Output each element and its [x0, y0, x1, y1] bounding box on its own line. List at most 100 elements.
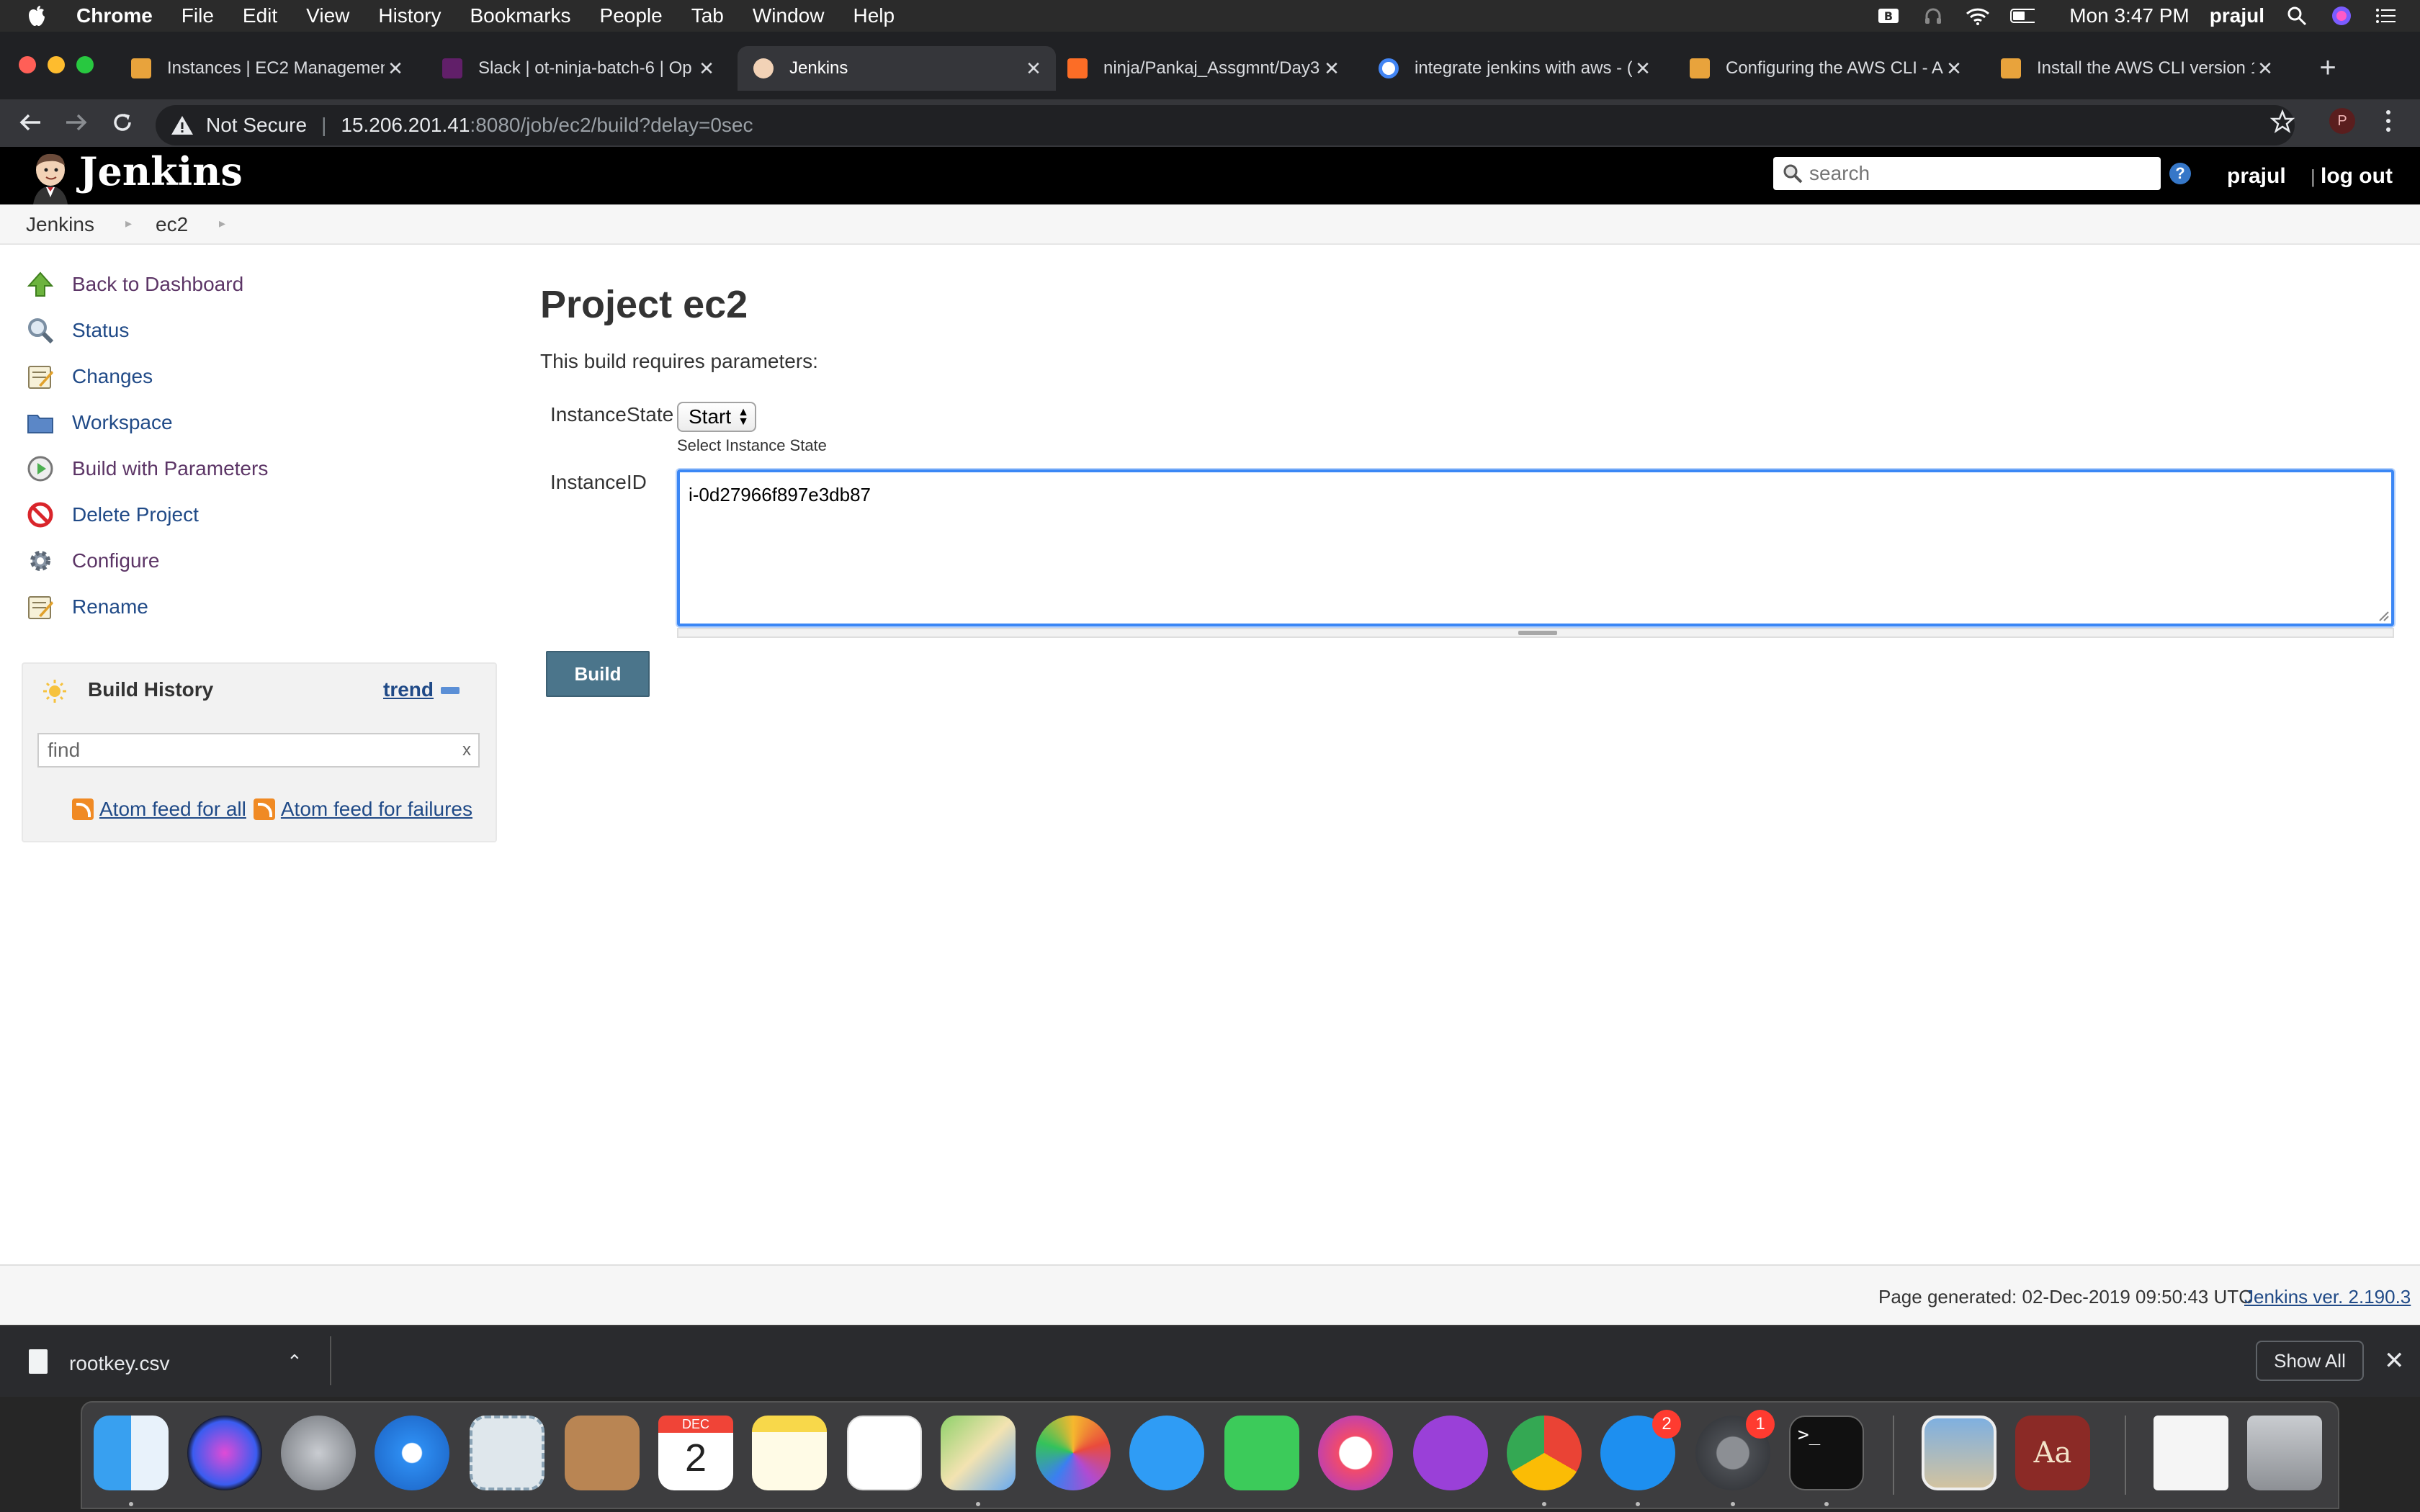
- bluetooth-icon[interactable]: B: [1876, 6, 1901, 25]
- mail-icon[interactable]: [470, 1416, 544, 1490]
- breadcrumb-arrow-icon[interactable]: ▸: [219, 216, 225, 231]
- instance-state-select[interactable]: Start ▲ ▼: [677, 402, 756, 432]
- menubar-user[interactable]: prajul: [2210, 4, 2264, 27]
- tab-aws-cli-install[interactable]: Install the AWS CLI version 1 ✕: [1985, 46, 2287, 91]
- file-icon[interactable]: [29, 1349, 48, 1374]
- search-input[interactable]: [1809, 162, 2155, 185]
- tab-ec2-instances[interactable]: Instances | EC2 Managemen ✕: [115, 46, 418, 91]
- task-configure[interactable]: Configure: [24, 544, 159, 578]
- atom-feed-all-link[interactable]: Atom feed for all: [99, 798, 246, 821]
- clear-filter-icon[interactable]: x: [462, 740, 471, 760]
- window-minimize-button[interactable]: [48, 56, 65, 73]
- podcasts-icon[interactable]: [1413, 1416, 1488, 1490]
- show-all-button[interactable]: Show All: [2256, 1341, 2364, 1381]
- task-build-with-parameters[interactable]: Build with Parameters: [24, 451, 268, 486]
- siri-icon[interactable]: [187, 1416, 262, 1490]
- menu-bookmarks[interactable]: Bookmarks: [470, 4, 570, 27]
- finder-icon[interactable]: [94, 1416, 169, 1490]
- instance-id-textarea[interactable]: i-0d27966f897e3db87: [677, 469, 2394, 626]
- reload-button[interactable]: [107, 107, 138, 138]
- resize-handle-icon[interactable]: [2377, 609, 2390, 622]
- breadcrumb-ec2[interactable]: ec2: [156, 213, 188, 236]
- help-icon[interactable]: ?: [2169, 163, 2191, 184]
- jenkins-title[interactable]: Jenkins: [79, 148, 243, 194]
- close-tab-icon[interactable]: ✕: [1023, 58, 1044, 80]
- breadcrumb-arrow-icon[interactable]: ▸: [125, 216, 132, 231]
- breadcrumb-jenkins[interactable]: Jenkins: [26, 213, 94, 236]
- maps-icon[interactable]: [941, 1416, 1016, 1490]
- spotlight-search-icon[interactable]: [2285, 6, 2309, 26]
- terminal-icon[interactable]: >_: [1789, 1416, 1864, 1490]
- menu-file[interactable]: File: [182, 4, 214, 27]
- siri-icon[interactable]: [2329, 6, 2354, 25]
- task-back-to-dashboard[interactable]: Back to Dashboard: [24, 267, 243, 302]
- jenkins-version-link[interactable]: Jenkins ver. 2.190.3: [2244, 1286, 2411, 1308]
- window-close-button[interactable]: [19, 56, 36, 73]
- trash-icon[interactable]: [2247, 1416, 2322, 1490]
- battery-icon[interactable]: [2010, 6, 2035, 25]
- task-delete-project[interactable]: Delete Project: [24, 498, 199, 532]
- tab-slack[interactable]: Slack | ot-ninja-batch-6 | Op ✕: [426, 46, 729, 91]
- notes-icon[interactable]: [752, 1416, 827, 1490]
- music-icon[interactable]: [1318, 1416, 1393, 1490]
- download-filename[interactable]: rootkey.csv: [69, 1352, 170, 1375]
- chrome-menu-icon[interactable]: [2383, 108, 2394, 134]
- headphones-icon[interactable]: [1921, 6, 1945, 25]
- task-changes[interactable]: Changes: [24, 359, 153, 394]
- bookmark-star-icon[interactable]: [2269, 109, 2295, 138]
- launchpad-icon[interactable]: [281, 1416, 356, 1490]
- logout-label[interactable]: log out: [2321, 164, 2393, 188]
- menu-history[interactable]: History: [378, 4, 441, 27]
- header-user-link[interactable]: prajul: [2227, 164, 2286, 189]
- collapse-minus-icon[interactable]: [441, 687, 460, 694]
- jenkins-search[interactable]: [1773, 157, 2161, 190]
- apple-icon[interactable]: [27, 5, 46, 27]
- reminders-icon[interactable]: [847, 1416, 922, 1490]
- close-tab-icon[interactable]: ✕: [1943, 58, 1965, 80]
- build-history-filter[interactable]: find x: [37, 733, 480, 768]
- tab-gitlab[interactable]: ninja/Pankaj_Assgmnt/Day3 ✕: [1052, 46, 1354, 91]
- build-button[interactable]: Build: [546, 651, 650, 697]
- tab-google-search[interactable]: integrate jenkins with aws - ( ✕: [1363, 46, 1665, 91]
- preview-icon[interactable]: [1922, 1416, 1996, 1490]
- calendar-icon[interactable]: DEC 2: [658, 1416, 733, 1490]
- atom-feed-failures-link[interactable]: Atom feed for failures: [281, 798, 472, 821]
- safari-icon[interactable]: [375, 1416, 449, 1490]
- wifi-icon[interactable]: [1966, 6, 1990, 25]
- notification-center-icon[interactable]: [2374, 6, 2398, 25]
- csv-document-icon[interactable]: [2154, 1416, 2228, 1490]
- menu-edit[interactable]: Edit: [243, 4, 277, 27]
- logout-link[interactable]: | log out: [2311, 164, 2393, 189]
- menu-app-name[interactable]: Chrome: [76, 4, 153, 27]
- textarea-expand-bar[interactable]: [677, 628, 2394, 638]
- menu-view[interactable]: View: [306, 4, 349, 27]
- chrome-icon[interactable]: [1507, 1416, 1582, 1490]
- facetime-icon[interactable]: [1224, 1416, 1299, 1490]
- close-tab-icon[interactable]: ✕: [1321, 58, 1343, 80]
- clock[interactable]: Mon 3:47 PM: [2069, 4, 2190, 27]
- back-button[interactable]: [14, 107, 46, 138]
- menu-tab[interactable]: Tab: [691, 4, 724, 27]
- tab-aws-cli-config[interactable]: Configuring the AWS CLI - A ✕: [1674, 46, 1976, 91]
- profile-avatar[interactable]: P: [2329, 108, 2355, 134]
- rss-feed-icon[interactable]: [253, 798, 275, 820]
- window-zoom-button[interactable]: [76, 56, 94, 73]
- close-tab-icon[interactable]: ✕: [385, 58, 406, 80]
- menu-people[interactable]: People: [600, 4, 663, 27]
- rss-feed-icon[interactable]: [72, 798, 94, 820]
- trend-link[interactable]: trend: [383, 678, 434, 701]
- close-tab-icon[interactable]: ✕: [2254, 58, 2276, 80]
- messages-icon[interactable]: [1129, 1416, 1204, 1490]
- contacts-icon[interactable]: [565, 1416, 640, 1490]
- photos-icon[interactable]: [1036, 1416, 1111, 1490]
- close-tab-icon[interactable]: ✕: [1632, 58, 1654, 80]
- close-tab-icon[interactable]: ✕: [696, 58, 717, 80]
- chevron-up-icon[interactable]: ⌃: [287, 1351, 302, 1373]
- tab-jenkins[interactable]: Jenkins ✕: [738, 46, 1056, 91]
- menu-help[interactable]: Help: [853, 4, 895, 27]
- dictionary-icon[interactable]: Aa: [2015, 1416, 2090, 1490]
- security-label[interactable]: Not Secure: [206, 114, 307, 137]
- close-icon[interactable]: ✕: [2384, 1346, 2405, 1375]
- task-workspace[interactable]: Workspace: [24, 405, 173, 440]
- forward-button[interactable]: [60, 107, 92, 138]
